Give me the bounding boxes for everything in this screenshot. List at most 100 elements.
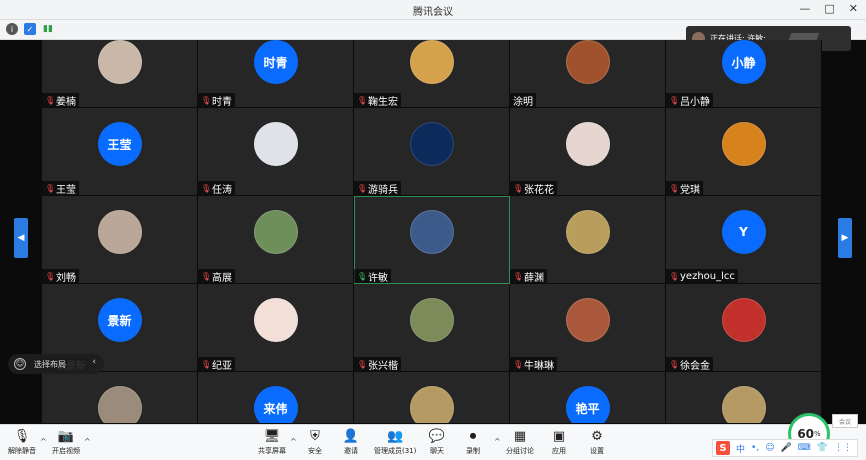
ime-toolbar[interactable]: S 中 •, ☺ 🎤 ⌨ 👕 ⋮⋮ (712, 439, 858, 457)
chevron-up-icon[interactable]: ^ (290, 437, 297, 446)
layout-label: 选择布局 (34, 359, 66, 369)
manage-members-button[interactable]: 👥 管理成员(31) (374, 428, 416, 456)
avatar (721, 298, 766, 342)
layout-selector[interactable]: ☺ 选择布局 ‹ (8, 354, 104, 374)
participant-name-tag: 🎙 薛渊 (510, 269, 547, 283)
avatar (565, 122, 610, 166)
avatar (565, 298, 610, 342)
mic-muted-icon: 🎙 (357, 183, 368, 193)
participant-tile[interactable]: 🎙 党琪 (666, 108, 822, 196)
participant-tile[interactable]: 🎙 刘畅 (42, 196, 198, 284)
unmute-button[interactable]: 🎙 解除静音 (8, 428, 36, 456)
ime-item[interactable]: ⌨ (798, 443, 811, 453)
participant-tile[interactable]: 涂明 (510, 40, 666, 108)
participant-tile[interactable]: 时青 🎙 时青 (198, 40, 354, 108)
ime-item[interactable]: ☺ (765, 443, 774, 453)
participant-tile[interactable]: 小静 🎙 吕小静 (666, 40, 822, 108)
participant-name-tag: 🎙 任涛 (198, 181, 235, 195)
prev-page-button[interactable]: ◀ (14, 218, 28, 258)
avatar: 景新 (97, 298, 142, 342)
avatar (721, 386, 766, 423)
avatar: Y (721, 210, 766, 254)
avatar: 时青 (253, 40, 298, 84)
participant-tile[interactable]: 🎙 薛渊 (510, 196, 666, 284)
participant-tile[interactable] (354, 372, 510, 424)
participant-tile[interactable]: 🎙 高展 (198, 196, 354, 284)
mic-active-icon: 🎙 (357, 271, 368, 281)
participant-tile[interactable]: 🎙 鞠生宏 (354, 40, 510, 108)
record-button[interactable]: ⏺ 录制 (464, 428, 482, 456)
participant-tile[interactable]: 🎙 姜楠 (42, 40, 198, 108)
minimize-icon[interactable]: — (799, 2, 810, 15)
participant-name: 纪亚 (212, 360, 232, 372)
next-page-button[interactable]: ▶ (838, 218, 852, 258)
participant-name-tag: 🎙 姜楠 (42, 93, 79, 107)
chevron-up-icon[interactable]: ^ (494, 437, 501, 446)
maximize-icon[interactable]: □ (824, 2, 834, 15)
ime-item[interactable]: 🎤 (781, 443, 792, 453)
apps-icon: ▣ (552, 428, 566, 444)
avatar (409, 40, 454, 84)
avatar (409, 386, 454, 423)
participant-grid: 🎙 姜楠 时青 🎙 时青 🎙 鞠生宏 涂明 小静 🎙 吕小静 王莹 🎙 王莹 🎙 任涛 🎙 游骑兵 🎙 张花花 🎙 党琪 🎙… (42, 40, 822, 424)
avatar: 艳平 (565, 386, 610, 423)
ime-item[interactable]: •, (751, 443, 759, 453)
video-button[interactable]: 📷 开启视频 (52, 428, 80, 456)
smile-icon: ☺ (14, 358, 26, 370)
participant-name-tag: 🎙 张兴楷 (354, 357, 401, 371)
participant-name: 牛琳琳 (524, 360, 554, 372)
avatar (409, 298, 454, 342)
apps-button[interactable]: ▣ 应用 (550, 428, 568, 456)
participant-tile[interactable]: 🎙 张兴楷 (354, 284, 510, 372)
participant-tile[interactable] (42, 372, 198, 424)
participant-name: 许敏 (368, 272, 388, 284)
security-button[interactable]: ⛨ 安全 (306, 428, 324, 456)
participant-tile[interactable]: 🎙 张花花 (510, 108, 666, 196)
share-screen-button[interactable]: 🖥 共享屏幕 (258, 428, 286, 456)
participant-name: 徐会金 (680, 360, 710, 372)
mic-muted-icon: 🎙 (513, 271, 524, 281)
close-icon[interactable]: ✕ (849, 2, 858, 15)
chevron-up-icon[interactable]: ^ (84, 437, 91, 446)
participant-tile[interactable]: 🎙 游骑兵 (354, 108, 510, 196)
participant-tile[interactable]: 🎙 许敏 (354, 196, 510, 284)
mic-muted-icon: 🎙 (513, 183, 524, 193)
participant-tile[interactable]: 艳平 (510, 372, 666, 424)
title-bar: 腾讯会议 — □ ✕ (0, 0, 866, 20)
record-icon: ⏺ (469, 428, 477, 444)
mic-muted-icon: 🎙 (45, 95, 56, 105)
mic-muted-icon: 🎙 (201, 271, 212, 281)
avatar (97, 210, 142, 254)
participant-name: 张花花 (524, 184, 554, 196)
settings-button[interactable]: ⚙ 设置 (588, 428, 606, 456)
participant-name-tag: 🎙 吕小静 (666, 93, 713, 107)
participant-tile[interactable]: 来伟 (198, 372, 354, 424)
participant-name: 党琪 (680, 184, 700, 196)
signal-icon[interactable]: ▮▮ (42, 23, 54, 35)
avatar (565, 40, 610, 84)
chat-button[interactable]: 💬 聊天 (428, 428, 446, 456)
info-icon[interactable]: i (6, 23, 18, 35)
indicator-side-label: 会议 (832, 414, 858, 428)
ime-item[interactable]: ⋮⋮ (834, 443, 852, 453)
avatar (97, 40, 142, 84)
participant-name-tag: 🎙 刘畅 (42, 269, 79, 283)
ime-item[interactable]: 👕 (817, 443, 828, 453)
shield-icon[interactable]: ✓ (24, 23, 36, 35)
shield-icon: ⛨ (310, 428, 320, 444)
breakout-button[interactable]: ▦ 分组讨论 (506, 428, 534, 456)
ime-item[interactable]: 中 (736, 442, 745, 455)
breakout-icon: ▦ (513, 428, 527, 444)
participant-tile[interactable]: 🎙 纪亚 (198, 284, 354, 372)
participant-tile[interactable]: Y 🎙 yezhou_lcc (666, 196, 822, 284)
chevron-up-icon[interactable]: ^ (40, 437, 47, 446)
participant-tile[interactable]: 王莹 🎙 王莹 (42, 108, 198, 196)
avatar (97, 386, 142, 423)
invite-button[interactable]: 👤 邀请 (342, 428, 360, 456)
participant-tile[interactable]: 🎙 任涛 (198, 108, 354, 196)
window-title: 腾讯会议 (413, 7, 453, 18)
participant-tile[interactable]: 🎙 牛琳琳 (510, 284, 666, 372)
avatar: 来伟 (253, 386, 298, 423)
participant-tile[interactable]: 🎙 徐会金 (666, 284, 822, 372)
avatar: 王莹 (97, 122, 142, 166)
